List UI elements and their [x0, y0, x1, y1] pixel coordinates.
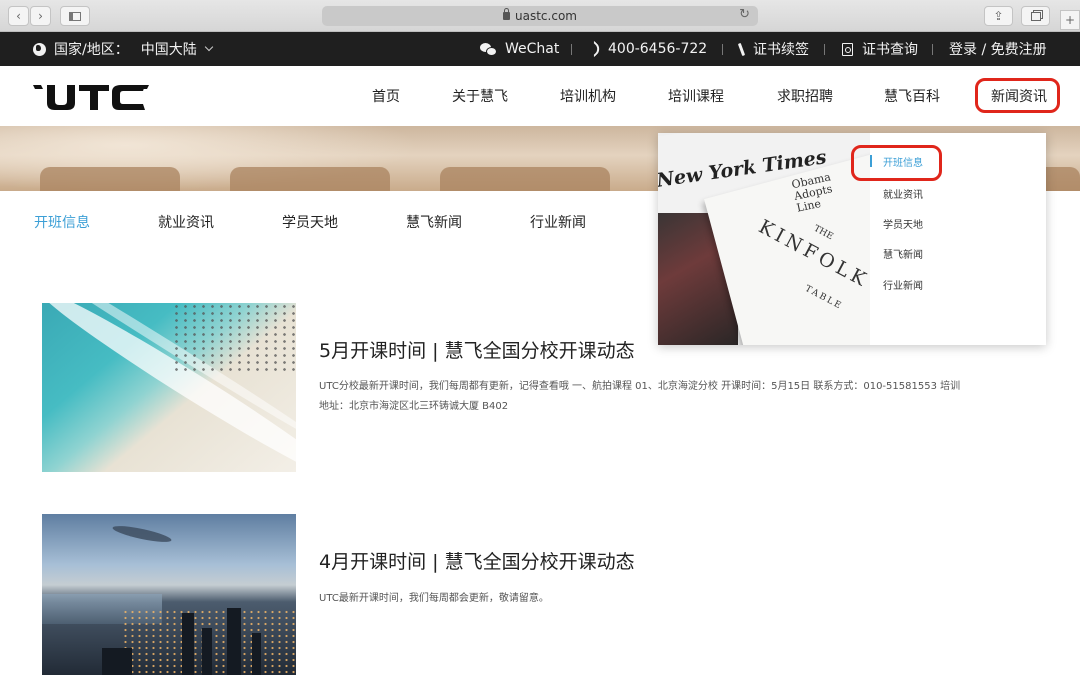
nav-courses[interactable]: 培训课程	[668, 66, 724, 126]
beach-aerial-image[interactable]	[42, 303, 296, 472]
globe-icon	[33, 42, 46, 56]
wechat-icon	[480, 42, 497, 56]
subtab-students[interactable]: 学员天地	[282, 191, 338, 253]
region-value: 中国大陆	[140, 42, 197, 58]
address-url: uastc.com	[515, 9, 577, 23]
share-icon: ⇪	[993, 9, 1004, 23]
cert-renew-link[interactable]: 证书续签	[737, 32, 809, 66]
subtab-industry-news[interactable]: 行业新闻	[530, 191, 586, 253]
wechat-label: WeChat	[505, 41, 560, 57]
dropdown-item-industry-news[interactable]: 行业新闻	[883, 276, 923, 292]
main-header: 首页 关于慧飞 培训机构 培训课程 求职招聘 慧飞百科 新闻资讯	[0, 66, 1080, 126]
cert-renew-label: 证书续签	[753, 42, 809, 58]
top-info-bar: 国家/地区： 中国大陆 WeChat 400-6456-722 证书续签 证书查…	[0, 32, 1080, 66]
reload-icon[interactable]: ↻	[739, 7, 750, 22]
nav-institutions[interactable]: 培训机构	[560, 66, 616, 126]
sidebar-toggle-button[interactable]	[60, 6, 90, 26]
article-summary: UTC分校最新开课时间，我们每周都有更新，记得查看哦 一、航拍课程 01、北京海…	[319, 381, 961, 412]
tabs-icon	[1030, 11, 1041, 21]
subtab-employment[interactable]: 就业资讯	[158, 191, 214, 253]
back-button[interactable]: ‹	[8, 6, 29, 26]
subtab-company-news[interactable]: 慧飞新闻	[406, 191, 462, 253]
pen-icon	[737, 42, 746, 56]
nav-jobs[interactable]: 求职招聘	[777, 66, 833, 126]
certificate-icon	[842, 42, 853, 56]
divider	[571, 44, 572, 55]
dropdown-item-students[interactable]: 学员天地	[883, 215, 923, 231]
article-title[interactable]: 4月开课时间 | 慧飞全国分校开课动态	[319, 547, 635, 574]
address-bar[interactable]: uastc.com ↻	[322, 6, 758, 26]
class-info-highlight	[851, 145, 942, 181]
phone-number: 400-6456-722	[608, 41, 708, 57]
sidebar-icon	[69, 11, 81, 21]
new-tab-button[interactable]: +	[1060, 10, 1080, 30]
phone-link[interactable]: 400-6456-722	[585, 32, 708, 66]
lock-icon	[503, 8, 511, 20]
region-selector[interactable]: 国家/地区： 中国大陆	[33, 32, 213, 66]
nav-wiki[interactable]: 慧飞百科	[884, 66, 940, 126]
plus-icon: +	[1064, 13, 1076, 27]
chevron-left-icon: ‹	[16, 9, 21, 23]
dropdown-item-employment[interactable]: 就业资讯	[883, 185, 923, 201]
news-nav-highlight	[975, 78, 1060, 113]
share-button[interactable]: ⇪	[984, 6, 1013, 26]
login-register-label: 登录 / 免费注册	[949, 42, 1047, 58]
phone-icon	[585, 40, 603, 58]
chevron-down-icon	[204, 42, 213, 52]
cert-query-link[interactable]: 证书查询	[842, 32, 918, 66]
nav-home[interactable]: 首页	[372, 66, 400, 126]
tabs-overview-button[interactable]	[1021, 6, 1050, 26]
utc-logo[interactable]	[33, 83, 149, 111]
subtab-class-info[interactable]: 开班信息	[34, 191, 90, 253]
browser-toolbar: ‹ › uastc.com ↻ ⇪ +	[0, 0, 1080, 32]
divider	[932, 44, 933, 55]
chevron-right-icon: ›	[38, 9, 43, 23]
login-register-link[interactable]: 登录 / 免费注册	[949, 32, 1047, 66]
city-night-image[interactable]	[42, 514, 296, 675]
region-label: 国家/地区：	[54, 42, 129, 58]
forward-button[interactable]: ›	[30, 6, 51, 26]
article-title[interactable]: 5月开课时间 | 慧飞全国分校开课动态	[319, 336, 635, 363]
divider	[722, 44, 723, 55]
newspaper-image: New York Times Obama Adopts Line THE KIN…	[658, 133, 870, 345]
article-summary: UTC最新开课时间，我们每周都会更新，敬请留意。	[319, 593, 549, 604]
wechat-link[interactable]: WeChat	[480, 32, 559, 66]
dropdown-item-company-news[interactable]: 慧飞新闻	[883, 245, 923, 261]
cert-query-label: 证书查询	[862, 42, 918, 58]
nav-about[interactable]: 关于慧飞	[452, 66, 508, 126]
divider	[824, 44, 825, 55]
